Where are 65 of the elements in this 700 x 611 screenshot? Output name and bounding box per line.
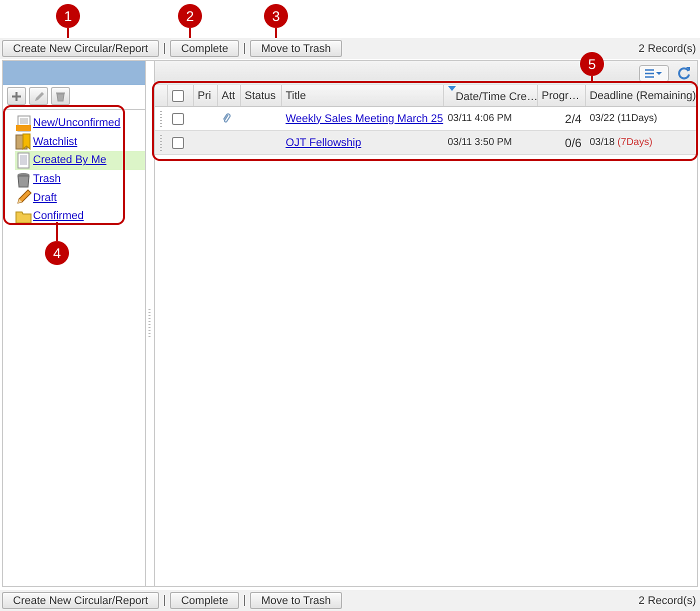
title-link[interactable]: Weekly Sales Meeting March 25 xyxy=(286,112,444,124)
row-checkbox[interactable] xyxy=(172,136,184,148)
splitter[interactable] xyxy=(146,61,155,586)
table-row[interactable]: Weekly Sales Meeting March 25 03/11 4:06 PM 2/4 03/22 (11Days) xyxy=(154,107,697,131)
column-header[interactable]: Date/Time Cre… xyxy=(456,90,538,102)
trash-button[interactable]: Move to Trash xyxy=(250,592,342,609)
folder-link[interactable]: Draft xyxy=(33,192,57,204)
folder-item[interactable]: Created By Me xyxy=(15,151,145,170)
callout-marker: 3 xyxy=(264,4,288,28)
folder-item[interactable]: Confirmed xyxy=(15,206,145,226)
trash-can-icon xyxy=(15,170,32,188)
select-all-checkbox[interactable] xyxy=(172,90,184,102)
callout-marker: 1 xyxy=(56,4,80,28)
create-button[interactable]: Create New Circular/Report xyxy=(2,40,160,57)
column-header[interactable]: Pri xyxy=(198,90,212,102)
column-header[interactable]: Deadline (Remaining) xyxy=(590,90,696,102)
complete-button[interactable]: Complete xyxy=(170,40,240,57)
progress-cell-text: 0/6 xyxy=(564,136,583,150)
folder-item[interactable]: New/Unconfirmed xyxy=(15,114,145,133)
callout-marker: 4 xyxy=(45,241,69,265)
trash-can-icon xyxy=(55,90,66,102)
deadline-cell-text: 03/22 (11Days) xyxy=(588,113,658,124)
column-header[interactable]: Title xyxy=(286,90,306,102)
refresh-icon[interactable] xyxy=(677,66,691,80)
drag-handle-icon[interactable] xyxy=(158,110,163,126)
pencil-icon xyxy=(15,189,32,206)
table-row[interactable]: OJT Fellowship 03/11 3:50 PM 0/6 03/18 (7Days) xyxy=(154,131,697,155)
folder-item[interactable]: Watchlist xyxy=(15,132,145,152)
progress-cell-text: 2/4 xyxy=(564,112,583,126)
bookmark-icon xyxy=(15,133,32,150)
complete-button[interactable]: Complete xyxy=(170,592,240,609)
record-count: 2 Record(s) xyxy=(638,594,697,606)
document-icon xyxy=(15,152,32,169)
created-cell-text: 03/11 3:50 PM xyxy=(446,137,513,148)
list-menu-icon xyxy=(645,68,663,78)
pencil-icon xyxy=(33,90,44,102)
plus-icon xyxy=(11,90,22,102)
new-document-icon xyxy=(15,114,32,132)
deadline-cell-text: 03/18 (7Days) xyxy=(588,137,654,148)
created-cell-text: 03/11 4:06 PM xyxy=(446,113,513,124)
remaining-days: (7Days) xyxy=(617,137,652,148)
drag-handle-icon[interactable] xyxy=(158,134,163,150)
folder-link[interactable]: Trash xyxy=(33,173,61,186)
folder-link[interactable]: New/Unconfirmed xyxy=(33,117,120,130)
folder-link[interactable]: Watchlist xyxy=(33,136,78,148)
folder-link[interactable]: Confirmed xyxy=(33,210,84,222)
folder-link[interactable]: Created By Me xyxy=(33,154,106,166)
add-button[interactable] xyxy=(7,87,26,105)
record-count: 2 Record(s) xyxy=(638,42,697,54)
row-checkbox[interactable] xyxy=(172,112,184,124)
create-button[interactable]: Create New Circular/Report xyxy=(2,592,160,609)
column-header[interactable]: Progr… xyxy=(542,90,580,102)
leader-line xyxy=(56,222,58,241)
delete-button[interactable] xyxy=(51,87,70,105)
callout-marker: 2 xyxy=(178,4,202,28)
folder-item[interactable]: Trash xyxy=(15,170,145,188)
folder-item[interactable]: Draft xyxy=(15,188,145,207)
column-header[interactable]: Att xyxy=(222,90,236,102)
trash-button[interactable]: Move to Trash xyxy=(250,40,342,57)
remaining-days: (11Days) xyxy=(617,113,658,124)
column-header[interactable]: Status xyxy=(244,90,276,102)
grip-icon[interactable] xyxy=(148,308,152,338)
edit-button[interactable] xyxy=(29,87,48,105)
title-link[interactable]: OJT Fellowship xyxy=(286,136,362,148)
view-menu-button[interactable] xyxy=(639,64,669,82)
